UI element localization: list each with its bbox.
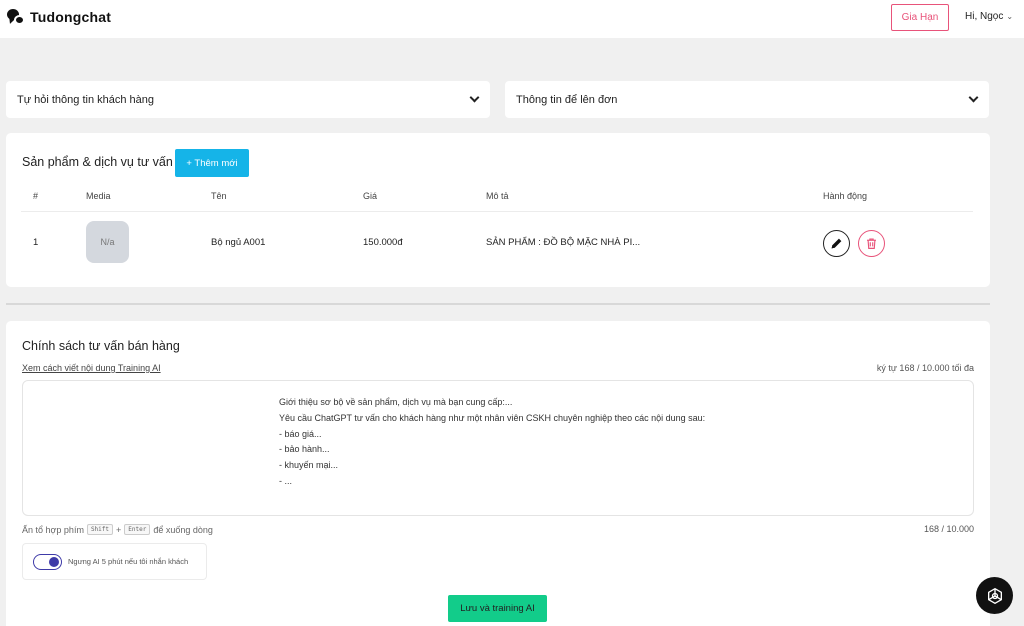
add-product-button[interactable]: + Thêm mới [175, 149, 249, 177]
pause-ai-toggle[interactable] [33, 553, 62, 570]
sales-policy-card: Chính sách tư vấn bán hàng Xem cách viết… [6, 321, 990, 626]
policy-textarea[interactable]: Giới thiệu sơ bộ về sản phẩm, dịch vụ mà… [22, 380, 974, 516]
chevron-down-icon [968, 92, 979, 103]
hint-prefix: Ấn tổ hợp phím [22, 524, 84, 535]
product-media-placeholder: N/a [86, 221, 129, 263]
toggle-knob [49, 556, 59, 567]
pause-ai-label: Ngưng AI 5 phút nếu tôi nhắn khách [68, 557, 189, 566]
training-guide-link[interactable]: Xem cách viết nội dung Training AI [22, 363, 161, 373]
column-header-index: # [33, 191, 39, 201]
column-header-actions: Hành động [823, 191, 868, 201]
products-title: Sản phẩm & dịch vụ tư vấn [22, 155, 173, 169]
column-header-description: Mô tả [486, 191, 509, 201]
char-limit-text: ký tự 168 / 10.000 tối đa [876, 363, 974, 373]
section-divider [6, 303, 990, 305]
openai-icon [987, 587, 1002, 604]
policy-content: Giới thiệu sơ bộ về sản phẩm, dịch vụ mà… [279, 397, 706, 486]
product-description: SẢN PHẨM : ĐỒ BỘ MẶC NHÀ PI... [486, 237, 641, 248]
shift-key: Shift [86, 524, 113, 535]
row-index: 1 [33, 237, 39, 248]
app-name: Tudongchat [30, 9, 112, 25]
user-menu[interactable]: Hi, Ngọc ⌄ [965, 11, 1013, 22]
table-header-divider [21, 211, 973, 212]
enter-key: Enter [124, 524, 151, 535]
product-name: Bộ ngủ A001 [211, 237, 266, 248]
pencil-icon [831, 238, 842, 249]
top-bar: Tudongchat Gia Hạn Hi, Ngọc ⌄ [0, 0, 1024, 38]
hint-plus: + [116, 524, 122, 535]
save-training-button[interactable]: Lưu và training AI [448, 595, 547, 622]
pause-ai-setting: Ngưng AI 5 phút nếu tôi nhắn khách [22, 543, 207, 580]
hint-suffix: để xuống dòng [153, 524, 213, 535]
chevron-down-icon: ⌄ [1006, 12, 1014, 21]
edit-product-button[interactable] [823, 230, 850, 257]
media-placeholder-text: N/a [100, 237, 115, 247]
column-header-price: Giá [363, 191, 378, 201]
chevron-down-icon [469, 92, 480, 103]
renew-button[interactable]: Gia Hạn [891, 4, 949, 31]
chat-bubbles-icon [6, 7, 26, 27]
trash-icon [867, 238, 876, 249]
product-price: 150.000đ [363, 237, 403, 248]
dropdown-label: Tự hỏi thông tin khách hàng [17, 93, 155, 106]
policy-title: Chính sách tư vấn bán hàng [22, 339, 180, 353]
chat-assistant-button[interactable] [976, 577, 1013, 614]
column-header-media: Media [86, 191, 111, 201]
user-greeting: Hi, Ngọc [965, 11, 1004, 22]
order-info-dropdown[interactable]: Thông tin để lên đơn [505, 81, 989, 118]
column-header-name: Tên [211, 191, 227, 201]
app-logo[interactable]: Tudongchat [6, 7, 111, 27]
dropdown-label: Thông tin để lên đơn [516, 93, 618, 106]
newline-hint: Ấn tổ hợp phím Shift + Enter để xuống dò… [22, 524, 213, 535]
products-card: Sản phẩm & dịch vụ tư vấn + Thêm mới # M… [6, 133, 990, 287]
char-count: 168 / 10.000 [923, 524, 974, 534]
customer-info-dropdown[interactable]: Tự hỏi thông tin khách hàng [6, 81, 490, 118]
delete-product-button[interactable] [858, 230, 885, 257]
